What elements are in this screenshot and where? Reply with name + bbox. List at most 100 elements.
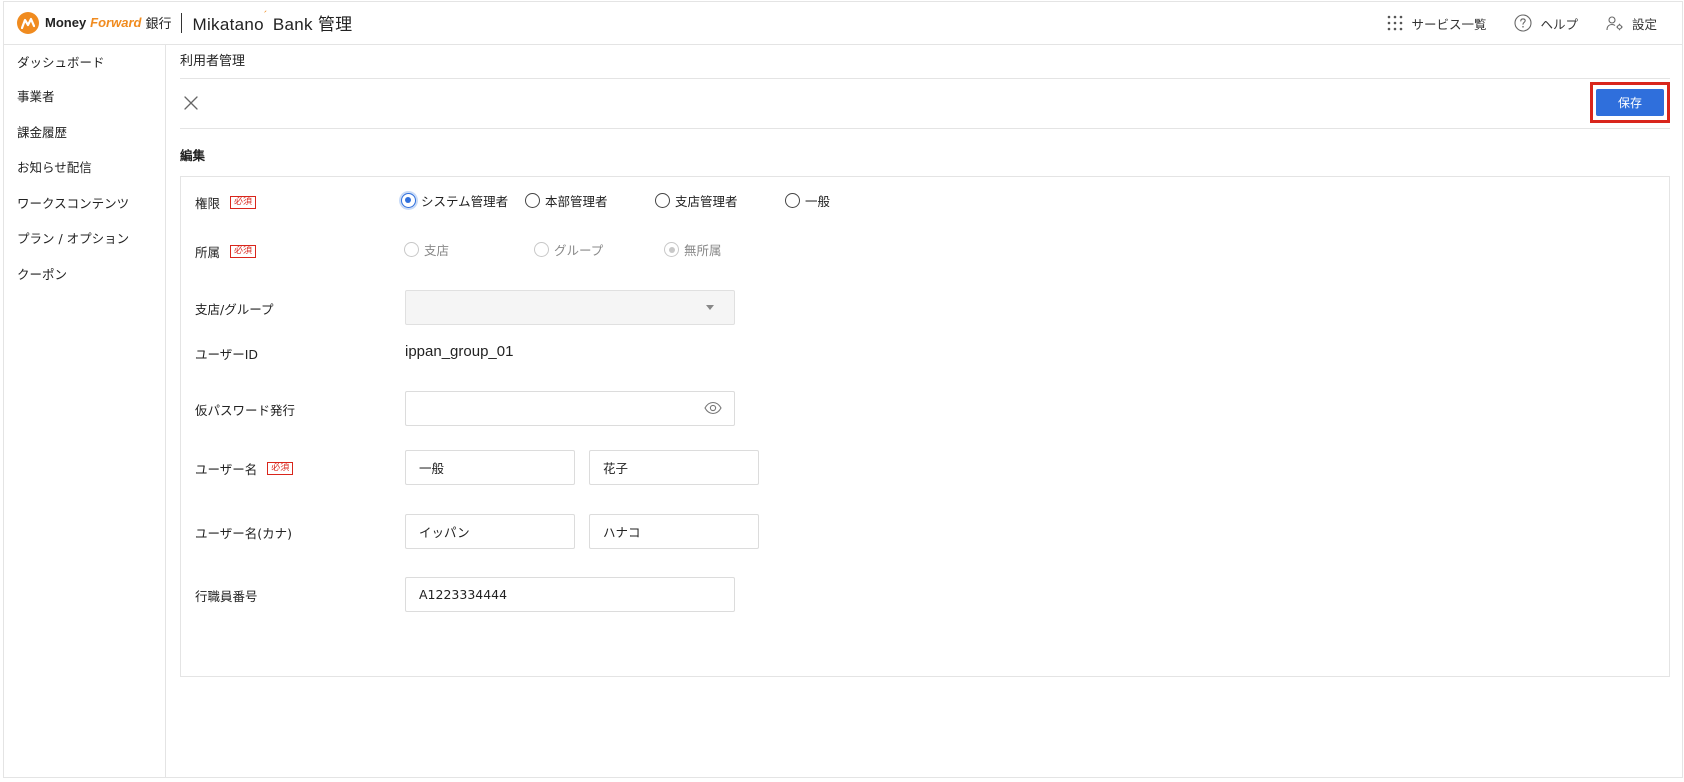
last-name-kana-value: イッパン	[419, 525, 470, 540]
top-header: Money Forward 銀行 Mikatano´ Bank 管理 サービス一…	[3, 1, 1683, 45]
sidebar-item-coupons[interactable]: クーポン	[3, 256, 165, 292]
radio-circle	[404, 242, 419, 257]
section-title: 編集	[180, 148, 206, 163]
affiliation-radio-branch[interactable]: 支店	[404, 240, 534, 259]
affiliation-option-label: グループ	[554, 243, 604, 258]
settings-label: 設定	[1631, 16, 1657, 32]
staff-number-label: 行職員番号	[195, 589, 258, 604]
role-label-wrap: 権限 必須	[195, 193, 257, 212]
role-option-label: 一般	[805, 194, 831, 209]
branch-group-row: 支店/グループ	[181, 290, 1669, 325]
radio-circle	[655, 193, 670, 208]
affiliation-option-label: 無所属	[684, 243, 722, 258]
brand-forward: Forward	[90, 15, 142, 30]
user-name-row: ユーザー名 必須 一般 花子	[181, 450, 1669, 485]
sidebar-item-works-contents[interactable]: ワークスコンテンツ	[3, 185, 165, 221]
services-label: サービス一覧	[1411, 16, 1487, 32]
role-radio-branch-admin[interactable]: 支店管理者	[655, 191, 785, 210]
services-menu[interactable]: サービス一覧	[1387, 14, 1486, 33]
required-badge: 必須	[230, 245, 257, 258]
temp-password-label-wrap: 仮パスワード発行	[195, 400, 295, 419]
affiliation-option-label: 支店	[424, 243, 450, 258]
save-button-highlight: 保存	[1590, 82, 1670, 123]
edit-toolbar: 保存	[180, 79, 1670, 129]
sidebar-item-plans-options[interactable]: プラン / オプション	[3, 220, 165, 256]
user-id-value: ippan_group_01	[405, 343, 514, 360]
chevron-down-icon	[706, 305, 714, 310]
radio-circle	[525, 193, 540, 208]
sidebar-item-businesses[interactable]: 事業者	[3, 78, 165, 114]
help-icon	[1514, 14, 1533, 32]
sidebar-item-billing-history[interactable]: 課金履歴	[3, 114, 165, 150]
user-name-kana-row: ユーザー名(カナ) イッパン ハナコ	[181, 514, 1669, 549]
main-content: 利用者管理 保存 編集 権限 必須 システム管理者 本部管理者 支店管理者 一般…	[180, 45, 1670, 677]
affiliation-label: 所属	[195, 245, 221, 260]
role-option-label: 本部管理者	[545, 194, 608, 209]
page-title: 利用者管理	[180, 45, 1670, 79]
user-name-kana-label-wrap: ユーザー名(カナ)	[195, 523, 292, 542]
staff-number-row: 行職員番号 A1223334444	[181, 577, 1669, 612]
radio-circle	[534, 242, 549, 257]
sidebar: ダッシュボード 事業者 課金履歴 お知らせ配信 ワークスコンテンツ プラン / …	[3, 45, 166, 778]
help-menu[interactable]: ヘルプ	[1514, 14, 1578, 33]
role-option-label: システム管理者	[421, 194, 509, 209]
required-badge: 必須	[267, 462, 294, 475]
sidebar-item-notifications[interactable]: お知らせ配信	[3, 149, 165, 185]
user-name-label-wrap: ユーザー名 必須	[195, 459, 294, 478]
temp-password-row: 仮パスワード発行	[181, 391, 1669, 426]
brand-logo[interactable]: Money Forward 銀行 Mikatano´ Bank 管理	[17, 10, 352, 35]
header-nav: サービス一覧 ヘルプ 設定	[1359, 1, 1657, 45]
radio-circle	[401, 193, 416, 208]
user-id-label: ユーザーID	[195, 347, 259, 362]
brand-bank: 銀行	[145, 17, 172, 32]
role-label: 権限	[195, 196, 221, 211]
staff-number-value: A1223334444	[419, 587, 508, 602]
affiliation-radio-group-option[interactable]: グループ	[534, 240, 664, 259]
brand-money: Money	[45, 15, 87, 30]
user-name-kana-label: ユーザー名(カナ)	[195, 526, 293, 541]
role-radio-hq-admin[interactable]: 本部管理者	[525, 191, 655, 210]
first-name-input[interactable]: 花子	[589, 450, 759, 485]
temp-password-input[interactable]	[405, 391, 735, 426]
last-name-input[interactable]: 一般	[405, 450, 575, 485]
app-suffix: 管理	[317, 15, 353, 34]
staff-number-input[interactable]: A1223334444	[405, 577, 735, 612]
first-name-kana-input[interactable]: ハナコ	[589, 514, 759, 549]
user-settings-icon	[1606, 16, 1623, 31]
first-name-value: 花子	[603, 461, 629, 476]
grid-icon	[1388, 15, 1403, 31]
user-name-label: ユーザー名	[195, 462, 258, 477]
eye-icon[interactable]	[704, 401, 722, 415]
role-row: 権限 必須 システム管理者 本部管理者 支店管理者 一般	[181, 191, 1669, 211]
first-name-kana-value: ハナコ	[603, 525, 641, 540]
role-option-label: 支店管理者	[675, 194, 738, 209]
app-title: Mikatano´ Bank 管理	[192, 10, 352, 35]
affiliation-radio-none[interactable]: 無所属	[664, 240, 722, 259]
affiliation-row: 所属 必須 支店 グループ 無所属	[181, 240, 1669, 260]
help-label: ヘルプ	[1540, 16, 1578, 32]
user-id-label-wrap: ユーザーID	[195, 344, 258, 363]
last-name-value: 一般	[419, 461, 445, 476]
affiliation-radio-group: 支店 グループ 無所属	[404, 240, 722, 259]
edit-form: 権限 必須 システム管理者 本部管理者 支店管理者 一般 所属 必須 支店 グル…	[180, 176, 1670, 677]
branch-group-select[interactable]	[405, 290, 735, 325]
close-icon[interactable]	[180, 92, 202, 114]
radio-circle	[664, 242, 679, 257]
money-forward-logo-icon	[17, 11, 39, 34]
radio-circle	[785, 193, 800, 208]
logo-divider	[181, 12, 183, 33]
save-button[interactable]: 保存	[1596, 89, 1664, 116]
role-radio-group: システム管理者 本部管理者 支店管理者 一般	[401, 191, 830, 210]
role-radio-system-admin[interactable]: システム管理者	[401, 191, 525, 210]
branch-group-label: 支店/グループ	[195, 302, 274, 317]
sidebar-item-dashboard[interactable]: ダッシュボード	[3, 45, 165, 78]
role-radio-general[interactable]: 一般	[785, 191, 830, 210]
branch-group-label-wrap: 支店/グループ	[195, 299, 273, 318]
app-name: Mikatano	[192, 15, 264, 34]
user-id-row: ユーザーID ippan_group_01	[181, 343, 1669, 363]
settings-menu[interactable]: 設定	[1606, 14, 1657, 33]
staff-number-label-wrap: 行職員番号	[195, 586, 258, 605]
last-name-kana-input[interactable]: イッパン	[405, 514, 575, 549]
app-bank: Bank	[272, 15, 313, 34]
required-badge: 必須	[230, 196, 257, 209]
